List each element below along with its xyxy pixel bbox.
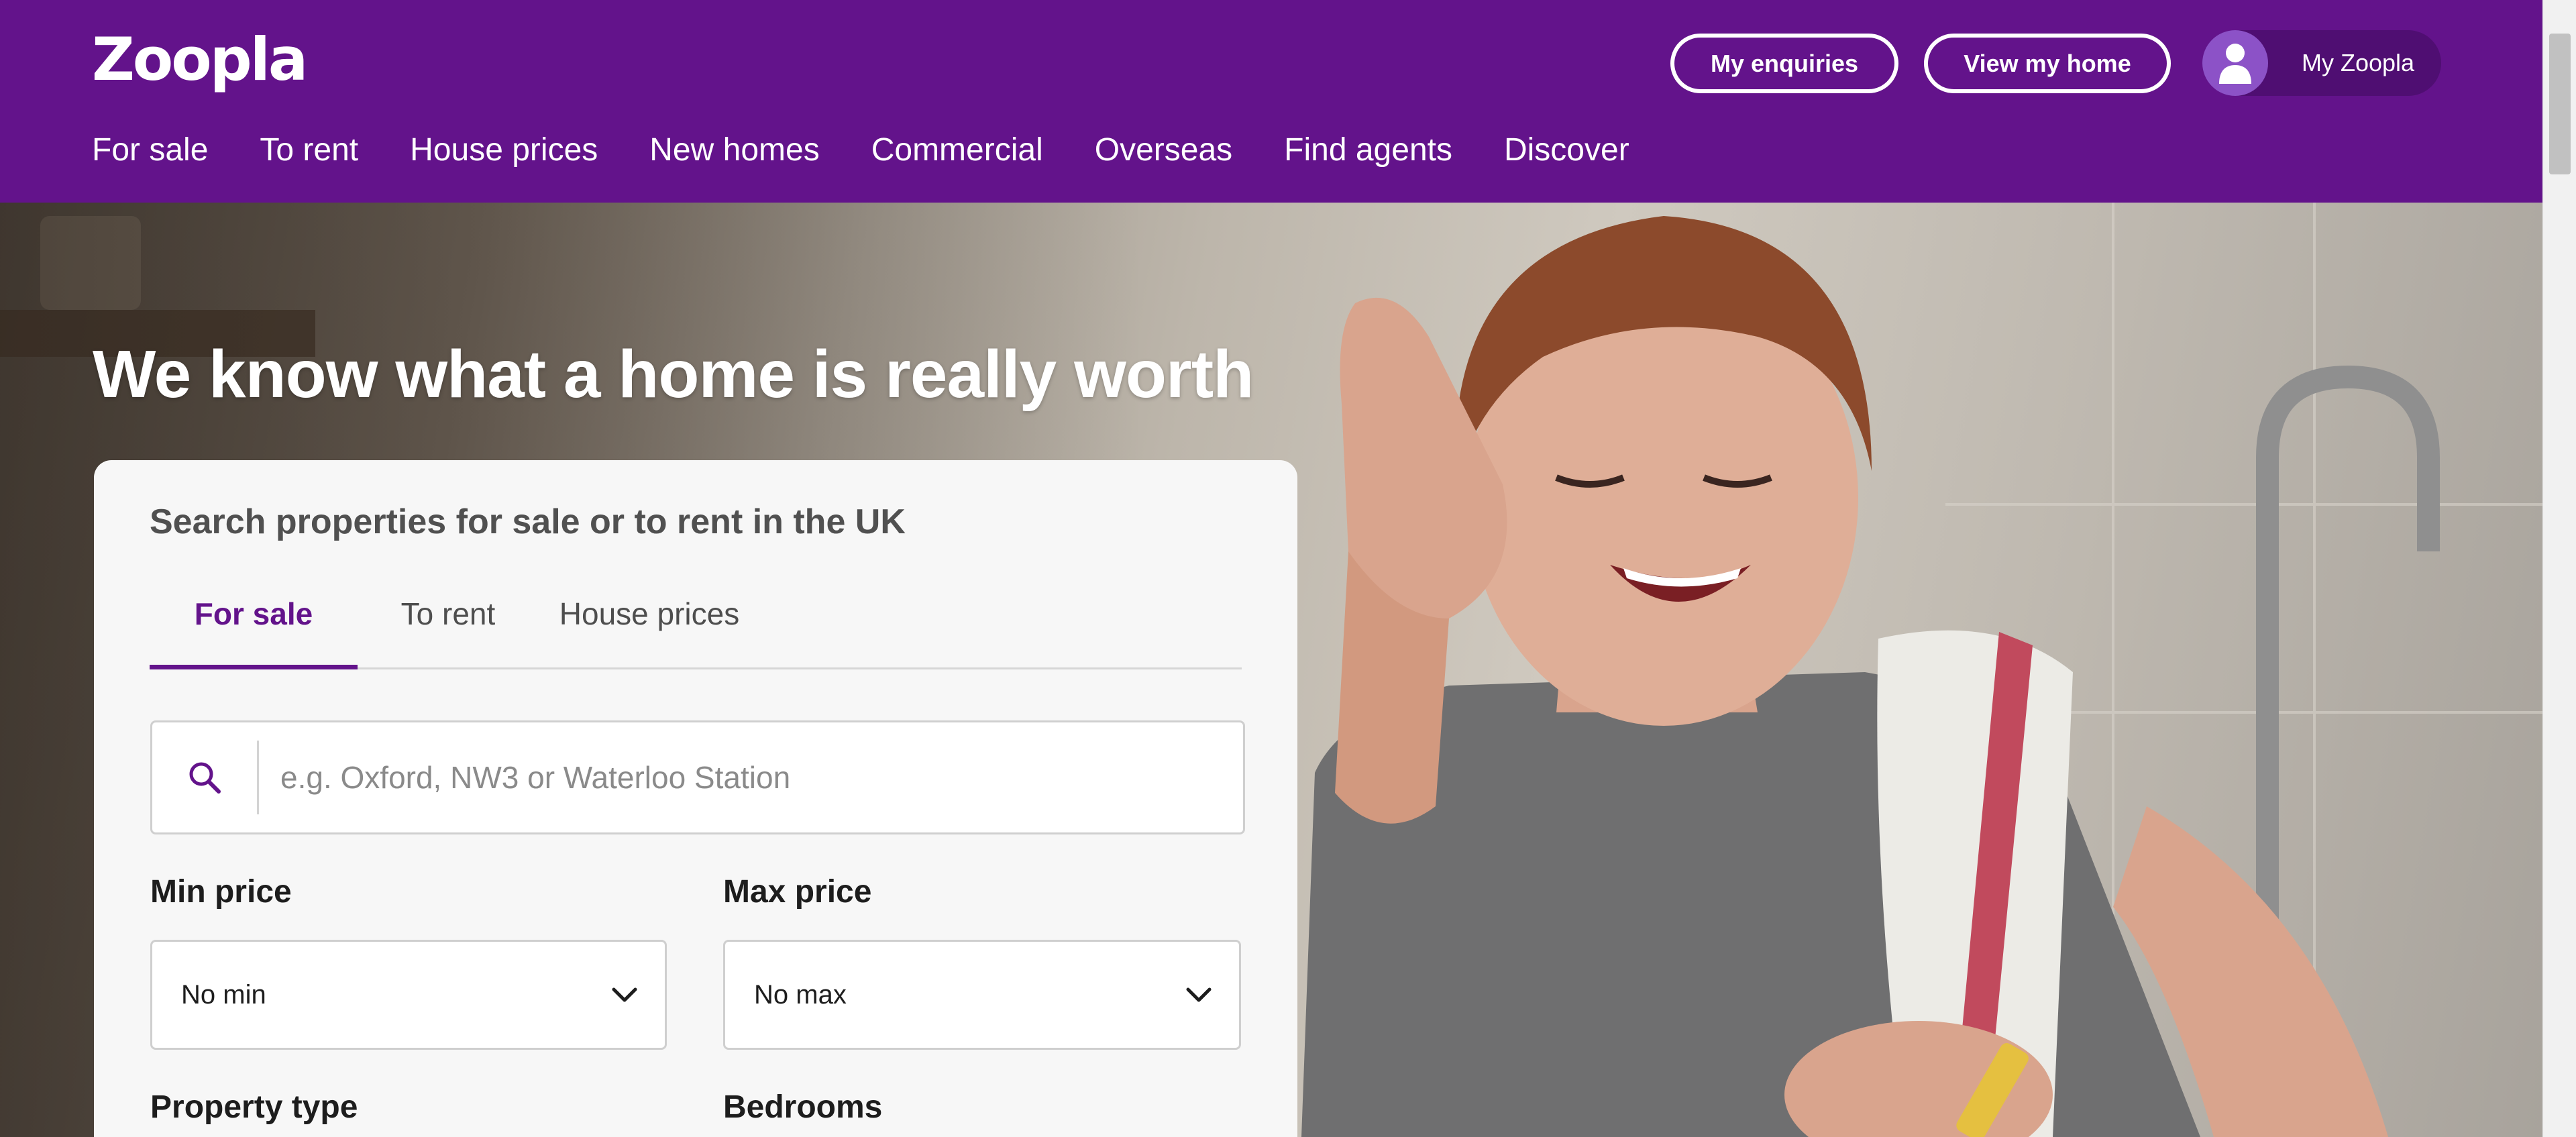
site-header: Zoopla My enquiries View my home My Zoop… — [0, 0, 2542, 203]
nav-for-sale[interactable]: For sale — [92, 131, 208, 168]
search-card-title: Search properties for sale or to rent in… — [150, 502, 906, 541]
location-search-field — [150, 720, 1245, 834]
chevron-down-icon — [612, 987, 637, 1002]
tab-for-sale[interactable]: For sale — [150, 586, 358, 669]
min-price-label: Min price — [150, 874, 292, 910]
my-enquiries-button[interactable]: My enquiries — [1670, 34, 1898, 93]
bedrooms-label: Bedrooms — [723, 1089, 883, 1125]
search-tabs: For sale To rent House prices — [150, 586, 1242, 669]
my-zoopla-button[interactable]: My Zoopla — [2202, 30, 2441, 96]
property-type-label: Property type — [150, 1089, 358, 1125]
min-price-value: No min — [181, 979, 266, 1010]
page-scrollbar[interactable] — [2542, 0, 2576, 1137]
nav-house-prices[interactable]: House prices — [410, 131, 598, 168]
max-price-value: No max — [754, 979, 847, 1010]
zoopla-logo[interactable]: Zoopla — [92, 23, 308, 97]
main-nav: For sale To rent House prices New homes … — [92, 126, 1681, 173]
nav-new-homes[interactable]: New homes — [649, 131, 819, 168]
scrollbar-thumb[interactable] — [2549, 34, 2571, 174]
nav-discover[interactable]: Discover — [1504, 131, 1629, 168]
nav-commercial[interactable]: Commercial — [871, 131, 1043, 168]
view-my-home-button[interactable]: View my home — [1924, 34, 2171, 93]
nav-find-agents[interactable]: Find agents — [1284, 131, 1452, 168]
min-price-select[interactable]: No min — [150, 940, 667, 1050]
chevron-down-icon — [1186, 987, 1212, 1002]
hero-section: We know what a home is really worth Sear… — [0, 203, 2542, 1137]
search-card: Search properties for sale or to rent in… — [94, 460, 1297, 1137]
search-icon[interactable] — [152, 720, 257, 834]
max-price-select[interactable]: No max — [723, 940, 1241, 1050]
max-price-label: Max price — [723, 874, 872, 910]
page: Zoopla My enquiries View my home My Zoop… — [0, 0, 2576, 1137]
nav-overseas[interactable]: Overseas — [1095, 131, 1232, 168]
user-avatar-icon — [2202, 30, 2268, 96]
hero-title: We know what a home is really worth — [93, 337, 1254, 412]
my-zoopla-label: My Zoopla — [2302, 49, 2415, 76]
nav-to-rent[interactable]: To rent — [260, 131, 358, 168]
tab-house-prices[interactable]: House prices — [552, 586, 747, 669]
tab-to-rent[interactable]: To rent — [392, 586, 504, 669]
location-search-input[interactable] — [259, 722, 1243, 832]
